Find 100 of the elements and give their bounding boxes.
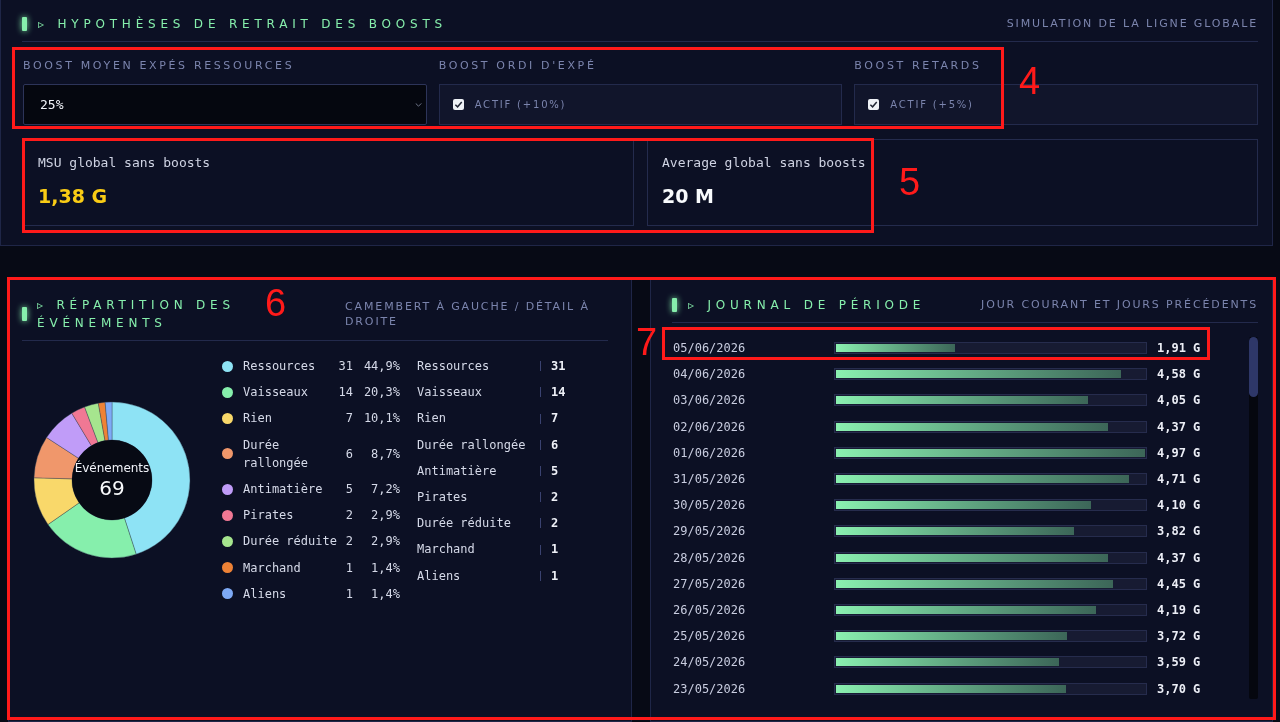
- annotation-number: 7: [636, 322, 658, 362]
- row-date: 02/06/2026: [672, 418, 747, 436]
- row-date: 31/05/2026: [672, 471, 747, 489]
- row-value: 4,37 G: [1157, 418, 1201, 436]
- legend-share: 8,7%: [370, 445, 400, 463]
- donut-center-label: Événements: [74, 460, 150, 476]
- row-value: 4,45 G: [1157, 575, 1201, 593]
- legend-share: 2,9%: [370, 507, 400, 525]
- row-value: 4,71 G: [1157, 471, 1201, 489]
- legend-share: 2,9%: [370, 533, 400, 551]
- detail-name: Marchand: [417, 541, 476, 559]
- legend-label: Pirates: [243, 507, 295, 525]
- scrollbar-thumb[interactable]: [1249, 337, 1258, 397]
- field-label: BOOST MOYEN EXPÉS RESSOURCES: [23, 58, 296, 74]
- legend-share: 20,3%: [362, 384, 400, 402]
- legend-count: 14: [338, 384, 353, 402]
- detail-name: Pirates: [417, 489, 469, 506]
- detail-count: 2: [551, 515, 559, 533]
- accent-bar-icon: [672, 298, 677, 312]
- legend-label: Durée réduite: [243, 533, 338, 551]
- detail-name: Vaisseaux: [417, 384, 484, 402]
- section-title: ▹ HYPOTHÈSES DE RETRAIT DES BOOSTS: [38, 15, 447, 33]
- legend-count: 31: [338, 358, 353, 375]
- legend-label: Ressources: [243, 358, 317, 375]
- row-date: 01/06/2026: [672, 444, 747, 462]
- detail-name: Aliens: [417, 567, 462, 585]
- row-date: 23/05/2026: [672, 680, 747, 698]
- row-value: 4,10 G: [1157, 497, 1201, 515]
- field-label: BOOST RETARDS: [854, 58, 983, 74]
- legend-share: 7,2%: [370, 481, 400, 498]
- row-value: 4,19 G: [1157, 601, 1201, 619]
- legend-count: 2: [344, 507, 353, 525]
- legend-label: Vaisseaux: [243, 384, 310, 402]
- checkbox[interactable]: [868, 99, 880, 110]
- row-value: 1,91 G: [1157, 340, 1201, 358]
- metric-label: MSU global sans boosts: [38, 154, 211, 172]
- detail-count: 5: [551, 462, 559, 480]
- row-date: 27/05/2026: [672, 575, 747, 593]
- chevron-down-icon: [414, 102, 422, 107]
- row-date: 29/05/2026: [672, 523, 747, 541]
- field-label: BOOST ORDI D'EXPÉ: [438, 58, 598, 74]
- detail-name: Durée réduite: [417, 515, 512, 533]
- section-subtitle: JOUR COURANT ET JOURS PRÉCÉDENTS: [981, 297, 1258, 313]
- detail-name: Antimatière: [417, 462, 498, 480]
- row-date: 28/05/2026: [672, 549, 747, 567]
- legend-share: 1,4%: [370, 559, 400, 577]
- detail-count: 6: [551, 436, 559, 454]
- detail-count: 7: [551, 410, 559, 428]
- legend-label: Antimatière: [243, 481, 324, 498]
- metric-value: 20 M: [662, 184, 714, 208]
- section-title: ▹ RÉPARTITION DES ÉVÉNEMENTS: [37, 296, 236, 332]
- annotation-number: 6: [265, 283, 287, 323]
- scrollbar[interactable]: [1249, 337, 1258, 699]
- detail-count: 1: [551, 567, 559, 585]
- metric-value: 1,38 G: [38, 184, 108, 208]
- section-title: ▹ JOURNAL DE PÉRIODE: [688, 296, 926, 314]
- row-value: 3,82 G: [1157, 523, 1201, 541]
- accent-bar-icon: [22, 17, 27, 31]
- detail-count: 14: [551, 384, 566, 402]
- boost-select[interactable]: 25%: [23, 84, 427, 125]
- legend-share: 1,4%: [370, 585, 400, 603]
- detail-name: Durée rallongée: [417, 436, 527, 454]
- row-date: 03/06/2026: [672, 392, 747, 410]
- metric-label: Average global sans boosts: [662, 154, 866, 172]
- detail-name: Rien: [417, 410, 447, 428]
- legend-count: 1: [344, 559, 353, 577]
- row-value: 4,97 G: [1157, 444, 1201, 462]
- detail-count: 2: [551, 489, 559, 506]
- row-date: 25/05/2026: [672, 628, 747, 646]
- legend-count: 2: [344, 533, 353, 551]
- legend-count: 6: [344, 445, 353, 463]
- section-subtitle: CAMEMBERT À GAUCHE / DÉTAIL À DROITE: [345, 299, 591, 329]
- legend-label: Durée rallongée: [243, 436, 310, 472]
- accent-bar-icon: [22, 307, 27, 321]
- legend-count: 5: [344, 481, 353, 498]
- legend-label: Aliens: [243, 585, 288, 603]
- detail-name: Ressources: [417, 358, 491, 375]
- checkbox-option[interactable]: ACTIF (+10%): [438, 84, 843, 125]
- row-value: 4,05 G: [1157, 392, 1201, 410]
- row-value: 4,58 G: [1157, 366, 1201, 384]
- row-date: 04/06/2026: [672, 366, 747, 384]
- legend-share: 44,9%: [362, 358, 400, 375]
- detail-count: 31: [551, 358, 566, 375]
- legend-count: 7: [344, 410, 353, 428]
- row-value: 3,70 G: [1157, 680, 1201, 698]
- legend-label: Marchand: [243, 559, 302, 577]
- row-date: 26/05/2026: [672, 601, 747, 619]
- legend-count: 1: [344, 585, 353, 603]
- legend-label: Rien: [243, 410, 273, 428]
- row-date: 24/05/2026: [672, 654, 747, 672]
- row-value: 3,59 G: [1157, 654, 1201, 672]
- detail-count: 1: [551, 541, 559, 559]
- row-date: 05/06/2026: [672, 340, 747, 358]
- row-value: 3,72 G: [1157, 628, 1201, 646]
- checkbox[interactable]: [452, 99, 464, 110]
- annotation-number: 5: [899, 162, 921, 202]
- legend-share: 10,1%: [362, 410, 400, 428]
- row-value: 4,37 G: [1157, 549, 1201, 567]
- row-date: 30/05/2026: [672, 497, 747, 515]
- section-subtitle: SIMULATION DE LA LIGNE GLOBALE: [1006, 16, 1258, 32]
